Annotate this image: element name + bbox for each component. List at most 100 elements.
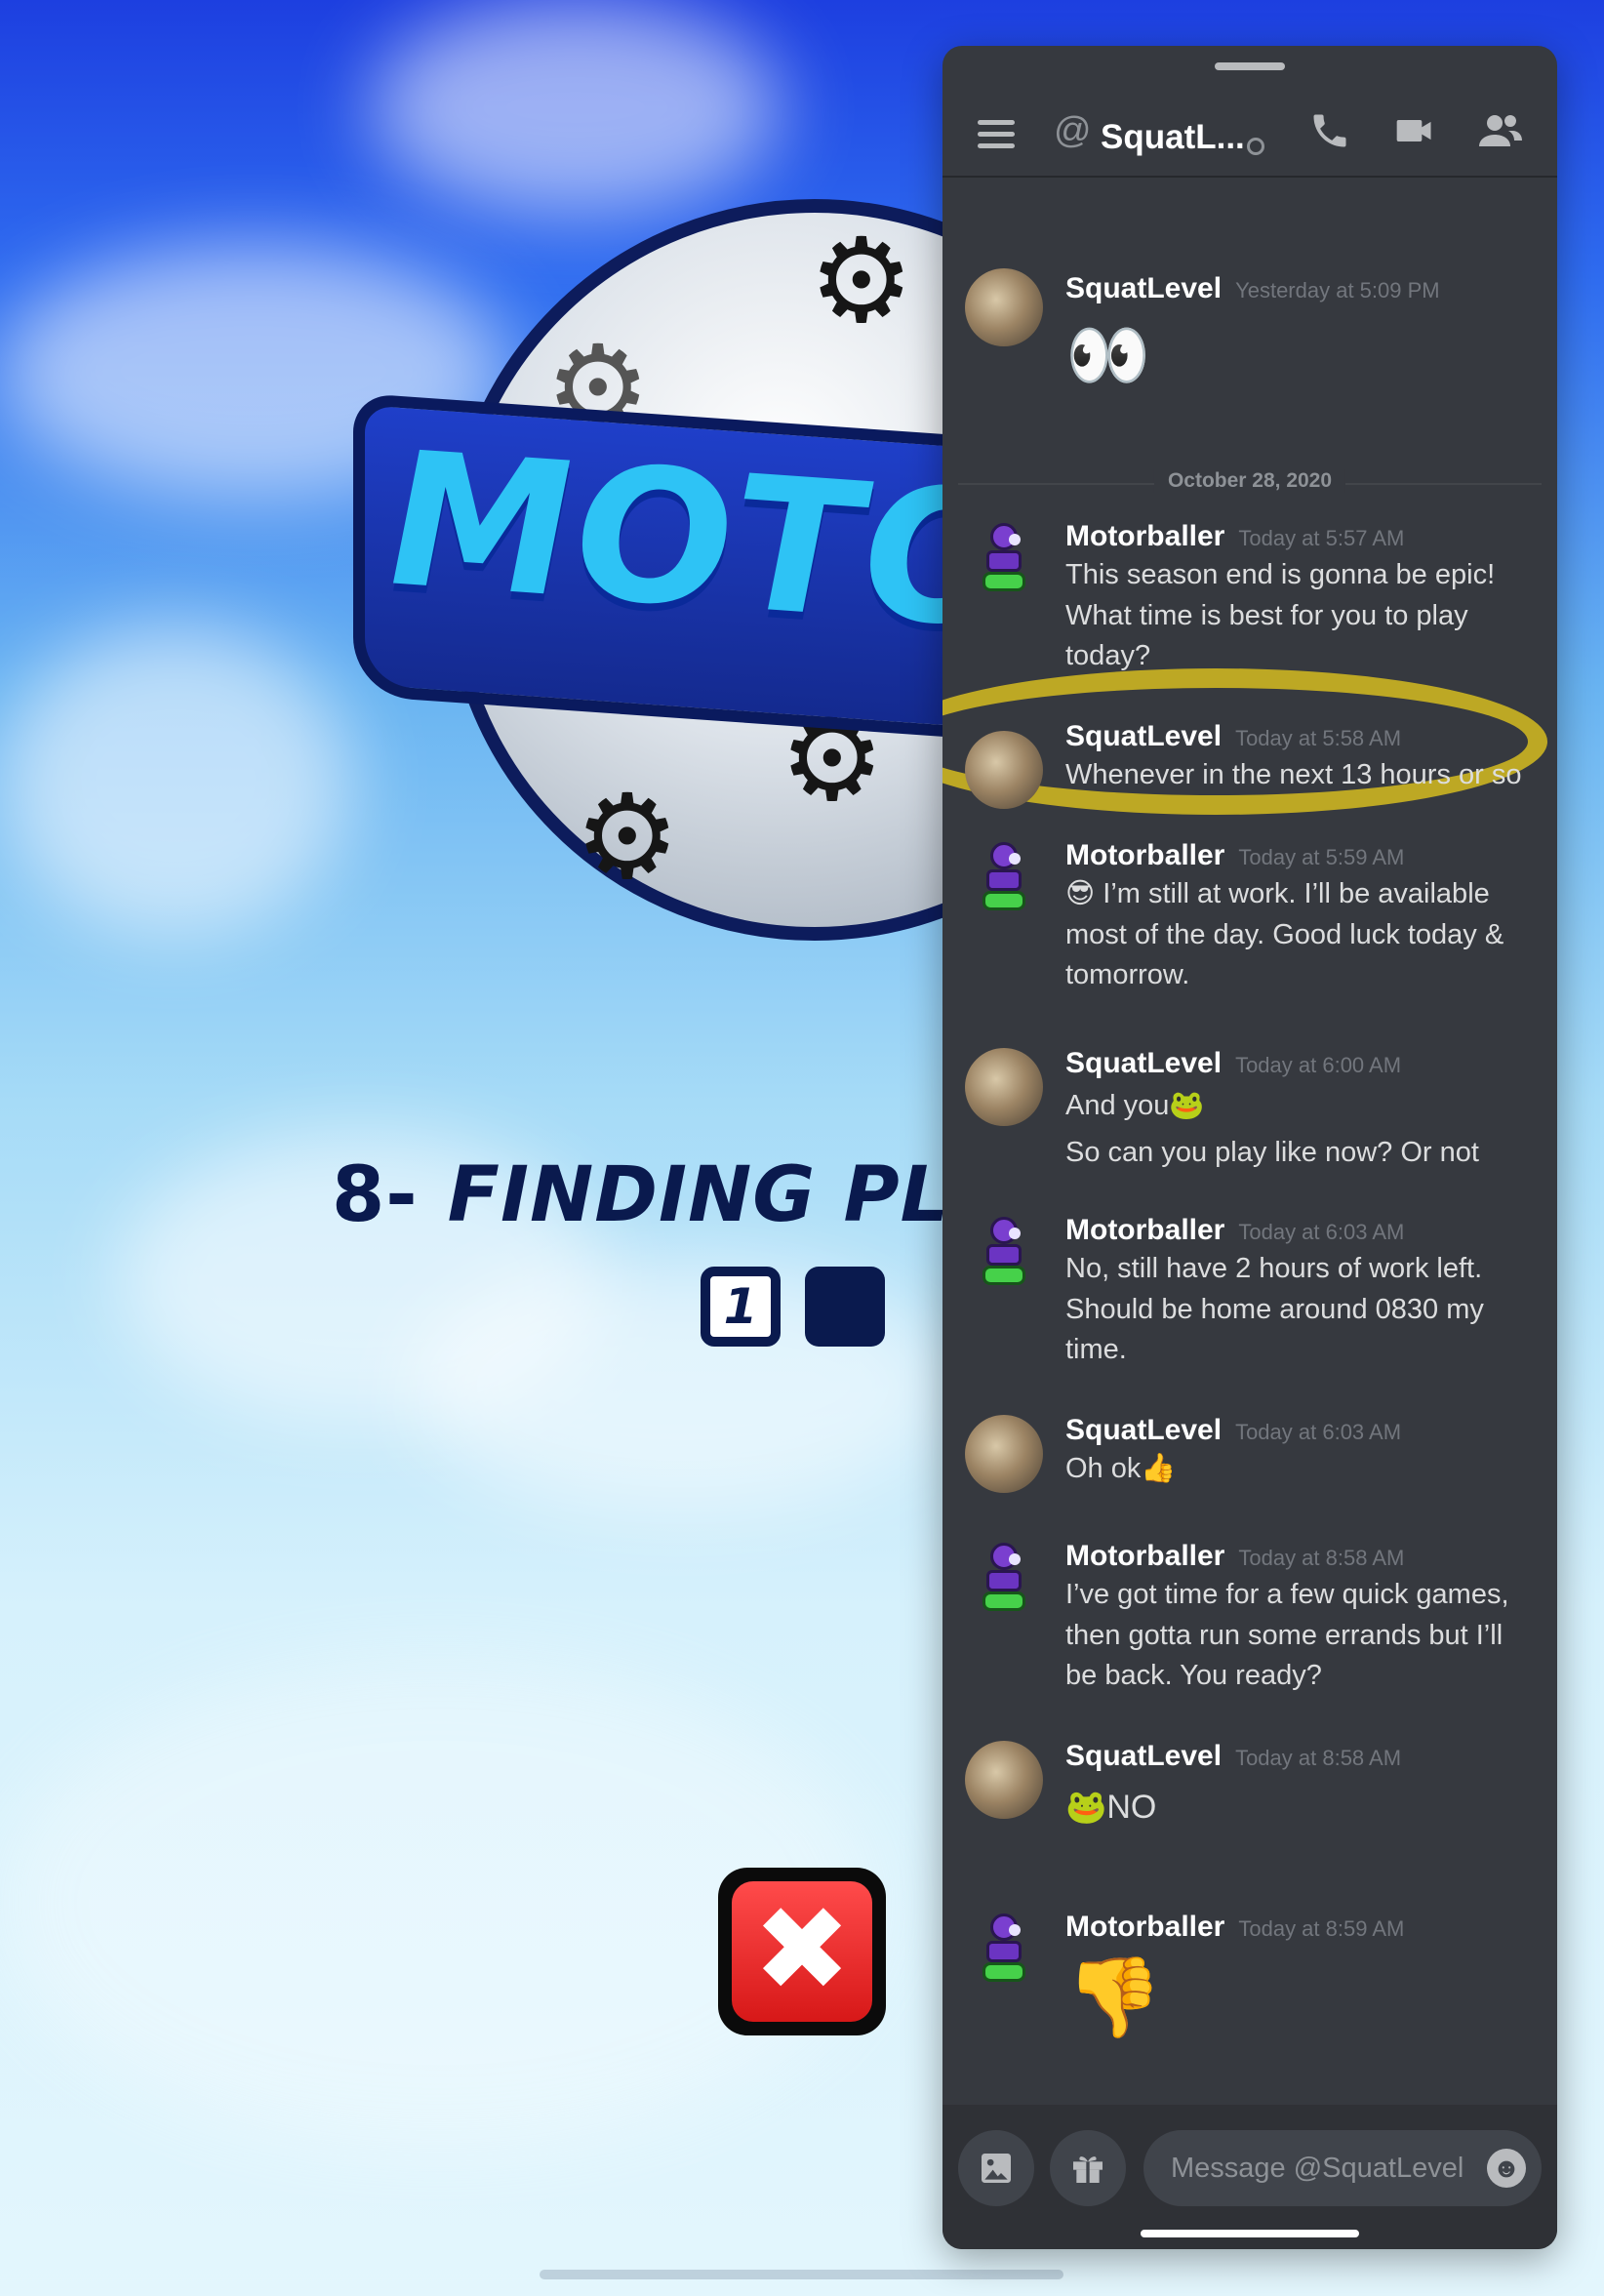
avatar[interactable] xyxy=(965,519,1043,597)
message-text: Whenever in the next 13 hours or so xyxy=(1065,755,1534,796)
message-composer: Message @SquatLevel ☻ xyxy=(942,2105,1557,2249)
message-text: 👀 xyxy=(1065,317,1151,393)
message-line: This season end is gonna be epic! xyxy=(1065,559,1496,590)
chat-header: @ SquatL... xyxy=(942,85,1557,178)
cancel-search-button[interactable]: ✖ xyxy=(718,1868,886,2035)
message-timestamp: Today at 5:59 AM xyxy=(1238,845,1405,869)
author-name[interactable]: SquatLevel xyxy=(1065,1047,1222,1079)
message-item[interactable]: SquatLevel Yesterday at 5:09 PM 👀 xyxy=(942,178,1557,402)
home-indicator[interactable] xyxy=(540,2270,1063,2279)
message-text: This season end is gonna be epic! What t… xyxy=(1065,555,1534,677)
message-input[interactable]: Message @SquatLevel ☻ xyxy=(1143,2130,1542,2206)
status-offline-icon xyxy=(1247,138,1264,155)
chat-title[interactable]: SquatL... xyxy=(1101,116,1245,159)
message-line: then gotta run some errands but I’ll xyxy=(1065,1619,1504,1651)
message-text: And you🐸 So can you play like now? Or no… xyxy=(1065,1082,1534,1176)
author-name[interactable]: SquatLevel xyxy=(1065,272,1222,304)
message-line: be back. You ready? xyxy=(1065,1660,1322,1691)
message-timestamp: Today at 8:59 AM xyxy=(1238,1916,1405,1941)
emoji-picker-icon[interactable]: ☻ xyxy=(1487,2149,1526,2188)
message-line: And you🐸 xyxy=(1065,1090,1205,1121)
gift-icon xyxy=(1073,2156,1103,2183)
panel-home-indicator[interactable] xyxy=(1141,2230,1359,2237)
avatar[interactable] xyxy=(965,838,1043,916)
message-timestamp: Today at 5:57 AM xyxy=(1238,526,1405,550)
message-author: SquatLevel Yesterday at 5:09 PM xyxy=(1065,271,1440,308)
message-timestamp: Today at 6:03 AM xyxy=(1235,1420,1402,1444)
panel-drag-handle[interactable] xyxy=(1215,62,1285,70)
message-line: Whenever in the next 13 hours or so xyxy=(1065,759,1522,790)
image-upload-button[interactable] xyxy=(958,2130,1034,2206)
author-name[interactable]: SquatLevel xyxy=(1065,1740,1222,1772)
player-slot-1: 1 xyxy=(701,1267,781,1347)
phone-icon[interactable] xyxy=(1308,106,1351,166)
message-text: No, still have 2 hours of work left. Sho… xyxy=(1065,1249,1534,1371)
avatar[interactable] xyxy=(965,1415,1043,1493)
message-author: Motorballer Today at 5:57 AM xyxy=(1065,519,1404,556)
author-name[interactable]: Motorballer xyxy=(1065,1540,1224,1572)
message-line: No, still have 2 hours of work left. xyxy=(1065,1253,1483,1284)
message-line: today? xyxy=(1065,640,1151,671)
author-name[interactable]: Motorballer xyxy=(1065,1911,1224,1943)
game-logo-text: MOTORB xyxy=(389,411,978,692)
message-line: time. xyxy=(1065,1334,1127,1365)
close-icon: ✖ xyxy=(732,1881,872,2022)
gear-icon: ⚙ xyxy=(575,772,680,903)
game-logo-banner: MOTORB xyxy=(353,392,978,740)
message-author: Motorballer Today at 5:59 AM xyxy=(1065,838,1404,875)
author-name[interactable]: SquatLevel xyxy=(1065,720,1222,752)
message-line: Oh ok👍 xyxy=(1065,1453,1177,1484)
date-divider: October 28, 2020 xyxy=(958,469,1542,493)
video-icon[interactable] xyxy=(1393,106,1436,166)
avatar[interactable] xyxy=(965,268,1043,346)
image-icon xyxy=(982,2154,1011,2183)
message-author: SquatLevel Today at 6:03 AM xyxy=(1065,1413,1401,1450)
avatar[interactable] xyxy=(965,1048,1043,1126)
message-timestamp: Today at 5:58 AM xyxy=(1235,726,1402,750)
message-timestamp: Today at 6:00 AM xyxy=(1235,1053,1402,1077)
message-timestamp: Yesterday at 5:09 PM xyxy=(1235,278,1440,302)
avatar[interactable] xyxy=(965,1910,1043,1988)
message-text: Oh ok👍 xyxy=(1065,1449,1534,1490)
avatar[interactable] xyxy=(965,731,1043,809)
menu-icon[interactable] xyxy=(978,120,1015,149)
message-timestamp: Today at 6:03 AM xyxy=(1238,1220,1405,1244)
message-author: SquatLevel Today at 5:58 AM xyxy=(1065,719,1401,756)
message-line: tomorrow. xyxy=(1065,959,1190,990)
date-divider-label: October 28, 2020 xyxy=(1153,469,1346,493)
message-timestamp: Today at 8:58 AM xyxy=(1235,1746,1402,1770)
message-line: I’ve got time for a few quick games, xyxy=(1065,1579,1509,1610)
finding-text: FINDING PLA xyxy=(447,1151,1010,1239)
message-author: Motorballer Today at 8:58 AM xyxy=(1065,1539,1404,1576)
message-input-placeholder: Message @SquatLevel xyxy=(1171,2153,1464,2184)
thumbs-down-emoji: 👎 xyxy=(1065,1954,1163,2040)
message-author: SquatLevel Today at 6:00 AM xyxy=(1065,1046,1401,1083)
message-line: 😎 I’m still at work. I’ll be available xyxy=(1065,878,1490,909)
avatar[interactable] xyxy=(965,1741,1043,1819)
message-author: SquatLevel Today at 8:58 AM xyxy=(1065,1739,1401,1776)
pepe-no-sticker: 🐸NO xyxy=(1065,1789,1157,1826)
author-name[interactable]: Motorballer xyxy=(1065,520,1224,552)
key-icon: 8- xyxy=(332,1151,419,1239)
chat-panel: @ SquatL... SquatLevel Yesterday at 5:09 … xyxy=(942,46,1557,2249)
message-text: I’ve got time for a few quick games, the… xyxy=(1065,1575,1534,1697)
message-author: Motorballer Today at 6:03 AM xyxy=(1065,1213,1404,1250)
message-line: most of the day. Good luck today & xyxy=(1065,918,1504,950)
avatar[interactable] xyxy=(965,1539,1043,1617)
finding-players-label: 8- FINDING PLA xyxy=(332,1151,1010,1239)
at-icon: @ xyxy=(1054,110,1092,151)
message-line: So can you play like now? Or not xyxy=(1065,1137,1479,1168)
avatar[interactable] xyxy=(965,1213,1043,1291)
message-line: What time is best for you to play xyxy=(1065,599,1468,631)
message-line: Should be home around 0830 my xyxy=(1065,1293,1484,1325)
author-name[interactable]: Motorballer xyxy=(1065,1214,1224,1246)
gift-button[interactable] xyxy=(1050,2130,1126,2206)
author-name[interactable]: Motorballer xyxy=(1065,839,1224,871)
author-name[interactable]: SquatLevel xyxy=(1065,1414,1222,1446)
message-timestamp: Today at 8:58 AM xyxy=(1238,1546,1405,1570)
gear-icon: ⚙ xyxy=(809,216,914,346)
members-icon[interactable] xyxy=(1477,106,1524,166)
message-text: 😎 I’m still at work. I’ll be available m… xyxy=(1065,874,1534,996)
player-slot-2 xyxy=(805,1267,885,1347)
message-author: Motorballer Today at 8:59 AM xyxy=(1065,1910,1404,1947)
